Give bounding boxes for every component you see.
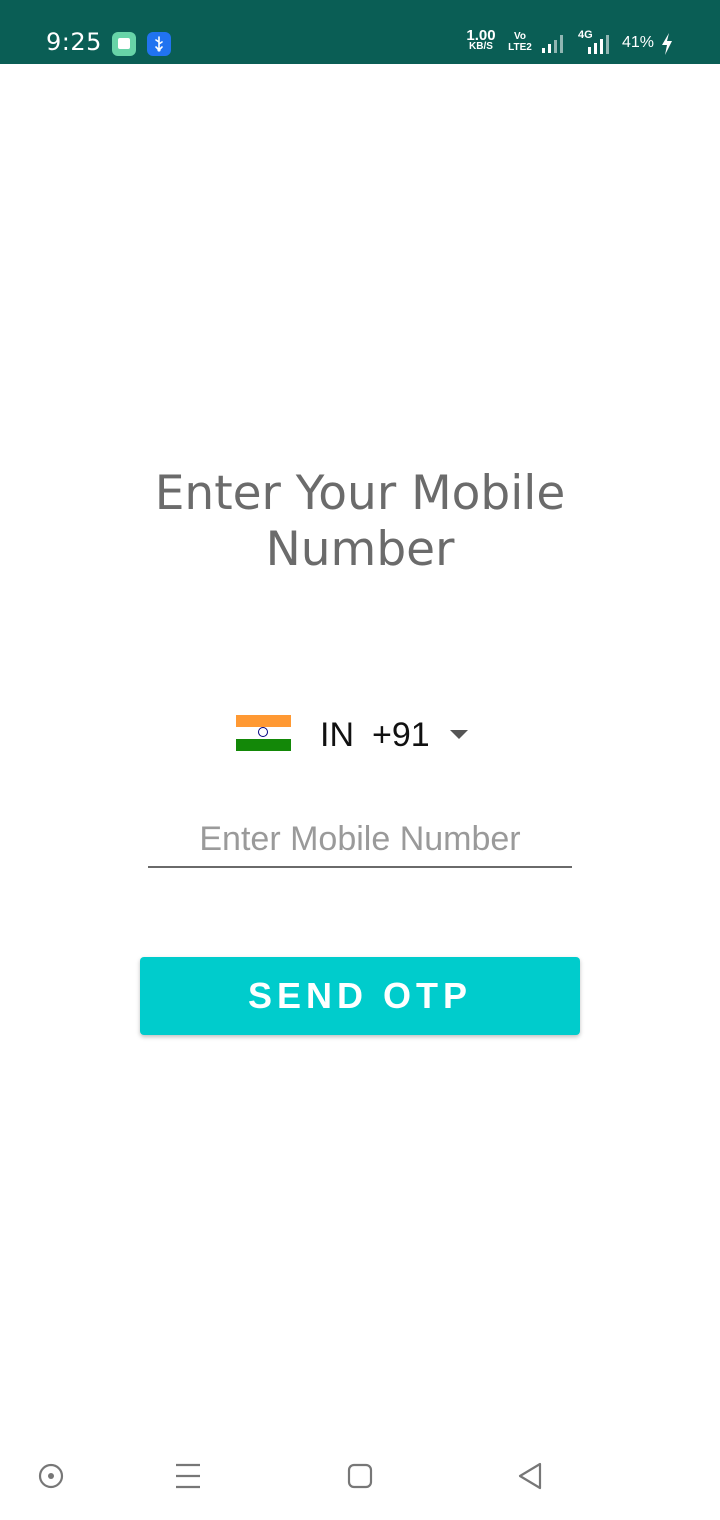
volte-top: Vo (513, 31, 527, 42)
status-bar: 9:25 1.00 KB/S Vo LTE2 4G 41% (0, 0, 720, 64)
signal-icon (542, 35, 563, 53)
network-speed: 1.00 KB/S (464, 27, 498, 52)
network-type: 4G (578, 29, 618, 55)
battery-percentage: 41% (622, 34, 655, 51)
country-code-picker[interactable]: IN +91 (236, 712, 486, 758)
back-icon[interactable] (510, 1460, 550, 1500)
country-code-label: IN +91 (320, 716, 430, 755)
usb-notification-icon (147, 32, 171, 56)
page-title-line1: Enter Your Mobile (154, 466, 566, 521)
network-speed-value: 1.00 (466, 27, 496, 44)
battery-charging-icon (662, 33, 672, 55)
navigation-bar (0, 1440, 720, 1520)
page-title-line2: Number (265, 522, 455, 577)
send-otp-button[interactable]: SEND OTP (140, 957, 580, 1035)
signal-icon-2 (588, 35, 609, 54)
india-flag-icon (236, 715, 291, 751)
country-iso: IN (320, 716, 354, 754)
page-title: Enter Your Mobile Number (0, 466, 720, 578)
chevron-down-icon[interactable] (450, 730, 468, 739)
network-speed-unit: KB/S (469, 41, 493, 52)
assistant-icon[interactable] (31, 1460, 71, 1500)
country-dial-code: +91 (372, 716, 430, 754)
menu-icon[interactable] (168, 1460, 208, 1500)
gallery-notification-icon (112, 32, 136, 56)
mobile-number-input[interactable] (148, 812, 572, 868)
volte-bottom: LTE2 (508, 42, 532, 53)
status-time: 9:25 (46, 28, 102, 56)
volte-indicator: Vo LTE2 (506, 31, 534, 53)
home-icon[interactable] (340, 1460, 380, 1500)
